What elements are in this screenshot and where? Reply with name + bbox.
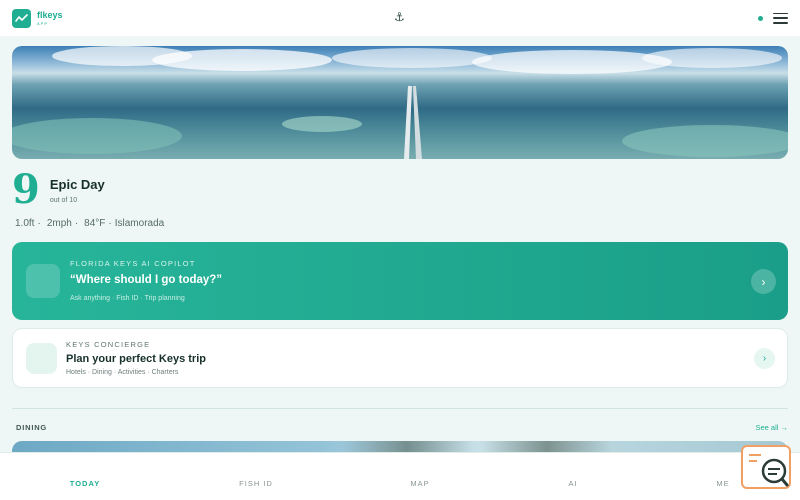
bottom-nav: TODAY FISH ID MAP AI ME [0,452,800,500]
hero-image [12,46,788,159]
wind-speed: 2mph [46,218,72,229]
day-score: 9 Epic Day out of 10 [12,170,105,210]
chevron-right-icon[interactable]: › [754,348,775,369]
map-icon [380,463,460,476]
logo-sub: APP [37,20,49,26]
nav-item-ai[interactable]: AI [533,453,613,500]
chat-icon [26,264,60,298]
ai-icon [533,463,613,476]
copilot-title: “Where should I go today?” [70,274,223,286]
nav-item-map[interactable]: MAP [380,453,460,500]
wave-height: 1.0ft [15,218,35,229]
score-sub: out of 10 [49,197,78,204]
nav-item-fish-id[interactable]: FISH ID [216,453,296,500]
concierge-title: Plan your perfect Keys trip [66,353,206,365]
logo-wave-icon [12,8,31,28]
app-logo[interactable]: flkeys APP [12,8,63,28]
dining-section-label: DINING [16,423,48,432]
chevron-right-icon[interactable]: › [751,269,776,294]
help-widget[interactable] [741,445,791,489]
concierge-card[interactable]: KEYS CONCIERGE Plan your perfect Keys tr… [12,328,788,388]
logo-name: flkeys [37,9,63,20]
divider [12,408,788,409]
conditions-summary: 1.0ft · 2mph · 84°F · Islamorada [15,218,165,229]
temperature: 84°F [84,218,106,229]
location: Islamorada [114,218,165,229]
app-header: flkeys APP ⚓ [0,0,800,36]
today-icon [45,463,125,476]
score-value: 9 [12,166,40,213]
concierge-eyebrow: KEYS CONCIERGE [66,340,151,349]
hamburger-icon[interactable] [773,12,788,24]
copilot-meta: Ask anything · Fish ID · Trip planning [70,295,185,302]
search-chat-icon [749,454,789,487]
nav-item-today[interactable]: TODAY [45,453,125,500]
anchor-icon[interactable]: ⚓ [394,10,405,24]
concierge-icon [26,343,57,374]
status-dot [758,15,763,21]
fish-icon [216,463,296,476]
concierge-meta: Hotels · Dining · Activities · Charters [66,369,179,376]
score-label: Epic Day [49,177,105,192]
see-all-link[interactable]: See all → [755,423,788,432]
ai-copilot-card[interactable]: FLORIDA KEYS AI COPILOT “Where should I … [12,242,788,320]
copilot-eyebrow: FLORIDA KEYS AI COPILOT [70,259,196,268]
